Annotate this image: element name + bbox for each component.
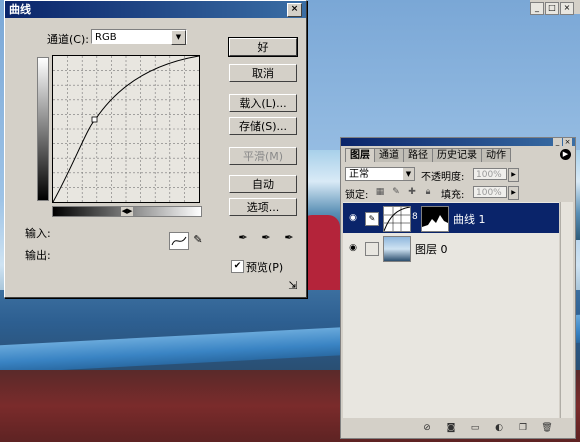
- curves-adjustment-icon: [383, 206, 411, 232]
- tab-history[interactable]: 历史记录: [432, 148, 482, 162]
- channel-label: 通道(C):: [47, 33, 89, 46]
- load-button[interactable]: 载入(L)...: [229, 94, 297, 112]
- layers-panel: _ × 图层 通道 路径 历史记录 动作 ▶ 正常 ▼ 不透明度: 100% ▶ 锁定:…: [340, 137, 576, 439]
- gradient-toggle-icon[interactable]: ◀▶: [121, 207, 133, 216]
- fill-label: 填充:: [441, 190, 465, 201]
- eye-icon[interactable]: ◉: [347, 212, 359, 224]
- lock-transparent-icon[interactable]: ▦: [375, 187, 385, 197]
- link-icon[interactable]: 8: [412, 212, 418, 222]
- link-layers-icon[interactable]: ⊘: [421, 422, 433, 434]
- opacity-label: 不透明度:: [421, 172, 465, 183]
- expand-dialog-icon[interactable]: ⇲: [285, 279, 301, 293]
- cancel-button[interactable]: 取消: [229, 64, 297, 82]
- layer-row-curves[interactable]: ◉ ✎ 8 曲线 1: [343, 203, 559, 233]
- trash-icon[interactable]: 🗑︎: [541, 422, 553, 434]
- panel-titlebar[interactable]: _ ×: [341, 138, 575, 146]
- window-close-button[interactable]: ×: [560, 2, 574, 15]
- layers-list: ◉ ✎ 8 曲线 1 ◉ 图层 0: [343, 202, 559, 418]
- lock-label: 锁定:: [345, 190, 369, 201]
- tab-paths[interactable]: 路径: [403, 148, 433, 162]
- layer-name[interactable]: 曲线 1: [453, 211, 486, 227]
- layer-mask-thumbnail[interactable]: [421, 206, 449, 232]
- maximize-button[interactable]: □: [545, 2, 559, 15]
- curve-graph[interactable]: [52, 55, 200, 203]
- opacity-arrow-icon[interactable]: ▶: [508, 168, 519, 182]
- blend-mode-value: 正常: [349, 169, 369, 180]
- channel-value: RGB: [95, 32, 117, 43]
- options-button[interactable]: 选项...: [229, 198, 297, 216]
- window-controls: _ □ ×: [530, 0, 580, 15]
- opacity-field[interactable]: 100%: [473, 168, 507, 180]
- chevron-down-icon[interactable]: ▼: [403, 168, 414, 180]
- layer-name[interactable]: 图层 0: [415, 241, 448, 257]
- channel-select[interactable]: RGB ▼: [91, 29, 187, 45]
- panel-menu-icon[interactable]: ▶: [560, 149, 571, 160]
- tab-layers[interactable]: 图层: [345, 148, 375, 162]
- preview-label: 预览(P): [246, 261, 284, 274]
- lock-image-icon[interactable]: ✎: [391, 187, 401, 197]
- white-eyedropper-icon[interactable]: ✒: [281, 231, 297, 245]
- save-button[interactable]: 存储(S)...: [229, 117, 297, 135]
- smooth-button[interactable]: 平滑(M): [229, 147, 297, 165]
- brush-icon[interactable]: ✎: [365, 212, 379, 226]
- dialog-title: 曲线: [9, 3, 31, 16]
- layer-style-icon[interactable]: ◙: [445, 422, 457, 434]
- chevron-down-icon[interactable]: ▼: [171, 30, 186, 45]
- panel-close-icon[interactable]: ×: [563, 138, 572, 146]
- gray-eyedropper-icon[interactable]: ✒: [258, 231, 274, 245]
- lock-position-icon[interactable]: ✚: [407, 187, 417, 197]
- pencil-icon[interactable]: ✎: [190, 233, 206, 247]
- output-label: 输出:: [25, 249, 51, 262]
- output-gradient-bar: [37, 57, 49, 201]
- ok-button[interactable]: 好: [228, 37, 298, 57]
- fill-field[interactable]: 100%: [473, 186, 507, 198]
- lock-all-icon[interactable]: 🔒︎: [423, 187, 433, 197]
- fill-arrow-icon[interactable]: ▶: [508, 186, 519, 200]
- curve-control-point: [91, 116, 98, 123]
- eye-icon[interactable]: ◉: [347, 242, 359, 254]
- layers-scrollbar[interactable]: [560, 202, 573, 418]
- close-button[interactable]: ×: [287, 3, 302, 17]
- image-layer-thumbnail: [383, 236, 411, 262]
- new-group-icon[interactable]: ▭: [469, 422, 481, 434]
- panel-tabs: 图层 通道 路径 历史记录 动作: [345, 148, 511, 162]
- minimize-button[interactable]: _: [530, 2, 544, 15]
- new-adjustment-layer-icon[interactable]: ◐: [493, 422, 505, 434]
- layers-bottom-toolbar: ⊘ ◙ ▭ ◐ ❐ 🗑︎: [341, 420, 575, 436]
- input-gradient-bar: ◀▶: [52, 206, 202, 217]
- preview-checkbox[interactable]: ✔: [231, 260, 244, 273]
- new-layer-icon[interactable]: ❐: [517, 422, 529, 434]
- curves-titlebar[interactable]: 曲线 ×: [5, 1, 306, 18]
- black-eyedropper-icon[interactable]: ✒: [235, 231, 251, 245]
- curves-dialog: 曲线 × 通道(C): RGB ▼ ◀▶ 输入: 输出: ✎ 好 取消 载入(L…: [4, 0, 307, 298]
- link-slot-icon[interactable]: [365, 242, 379, 256]
- input-label: 输入:: [25, 227, 51, 240]
- tab-channels[interactable]: 通道: [374, 148, 404, 162]
- layer-row-image[interactable]: ◉ 图层 0: [343, 233, 559, 263]
- panel-minimize-icon[interactable]: _: [553, 138, 562, 146]
- blend-mode-select[interactable]: 正常 ▼: [345, 167, 415, 181]
- tab-actions[interactable]: 动作: [481, 148, 511, 162]
- auto-button[interactable]: 自动: [229, 175, 297, 193]
- curve-tool-icon[interactable]: [169, 232, 189, 250]
